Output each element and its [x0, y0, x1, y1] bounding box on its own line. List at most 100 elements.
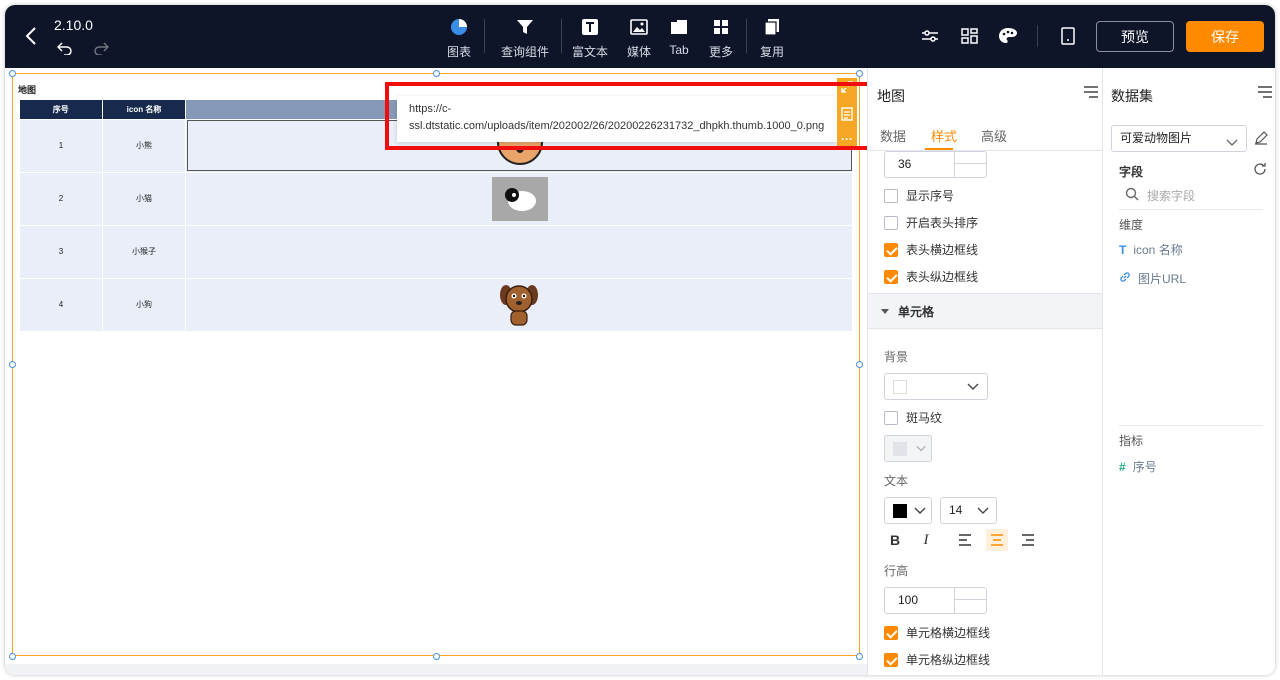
resize-handle[interactable] — [9, 361, 16, 368]
text-color-picker[interactable] — [884, 497, 932, 524]
undo-icon[interactable] — [56, 41, 73, 60]
cell-h-border-checkbox[interactable]: 单元格横边框线 — [884, 624, 990, 641]
active-tab-underline — [925, 148, 953, 150]
cell-v-border-checkbox[interactable]: 单元格纵边框线 — [884, 651, 990, 668]
align-center-icon[interactable] — [986, 529, 1008, 551]
checkbox-checked[interactable] — [884, 242, 898, 257]
style-panel: 地图 数据 样式 高级 36 显示序号 开启表头排序 表头横边框线 表头纵边框线… — [867, 68, 1103, 675]
font-size-select[interactable]: 14 — [940, 497, 997, 524]
table-row: 4 小狗 — [19, 277, 853, 332]
reuse-tool[interactable]: 复用 — [758, 15, 786, 61]
zebra-checkbox[interactable]: 斑马纹 — [884, 409, 942, 426]
app-window: 2.10.0 图表 查询组件 富文本 媒体 Tab 更多 复用 预览 保存 地图… — [5, 5, 1275, 675]
header-height-stepper[interactable] — [954, 152, 986, 177]
header-height-input[interactable]: 36 — [884, 151, 987, 178]
checkbox-checked[interactable] — [884, 652, 898, 667]
zebra-color-picker[interactable] — [884, 435, 932, 462]
cell-index[interactable]: 2 — [19, 171, 103, 226]
dataset-select[interactable]: 可爱动物图片 — [1111, 125, 1247, 152]
cell-name[interactable]: 小熊 — [102, 118, 186, 173]
chart-tool[interactable]: 图表 — [445, 15, 473, 61]
line-height-stepper[interactable] — [954, 588, 986, 613]
resize-handle[interactable] — [9, 653, 16, 660]
tab-tool[interactable]: Tab — [667, 15, 691, 61]
menu-icon[interactable] — [1257, 86, 1273, 101]
cell-section-header[interactable]: 单元格 — [868, 293, 1103, 329]
field-search[interactable]: 搜索字段 — [1125, 187, 1195, 204]
tab-advanced[interactable]: 高级 — [981, 126, 1007, 145]
richtext-tool[interactable]: 富文本 — [570, 15, 610, 61]
media-tool[interactable]: 媒体 — [625, 15, 653, 61]
color-swatch — [893, 442, 907, 456]
dataset-panel: 数据集 可爱动物图片 字段 搜索字段 维度 T icon 名称 图片URL 指标… — [1102, 68, 1275, 675]
cat-image — [492, 176, 548, 221]
preview-button[interactable]: 预览 — [1096, 21, 1174, 52]
tab-style[interactable]: 样式 — [931, 126, 957, 145]
align-left-icon[interactable] — [954, 529, 976, 551]
cell-name[interactable]: 小猫 — [102, 171, 186, 226]
fields-label: 字段 — [1119, 165, 1144, 179]
align-right-icon[interactable] — [1017, 529, 1039, 551]
chevron-down-icon — [914, 504, 926, 519]
settings-sliders-icon[interactable] — [919, 25, 941, 47]
edit-icon[interactable] — [1254, 131, 1268, 148]
cell-index[interactable]: 4 — [19, 277, 103, 332]
back-icon[interactable] — [19, 23, 43, 49]
chevron-down-icon — [916, 442, 926, 456]
save-button[interactable]: 保存 — [1186, 21, 1264, 52]
line-height-value: 100 — [898, 593, 919, 607]
mobile-icon[interactable] — [1057, 25, 1079, 47]
refresh-icon[interactable] — [1253, 162, 1267, 179]
cell-image-monkey[interactable] — [185, 224, 853, 279]
line-height-input[interactable]: 100 — [884, 587, 987, 614]
canvas-area[interactable]: 地图 序号 icon 名称 1 小熊 2 小猫 3 小猴子 4 小狗 https… — [5, 68, 871, 675]
checkbox-checked[interactable] — [884, 269, 898, 284]
more-tool-label: 更多 — [708, 45, 733, 59]
background-color-picker[interactable] — [884, 373, 988, 400]
italic-button[interactable]: I — [915, 529, 937, 551]
show-index-checkbox[interactable]: 显示序号 — [884, 187, 954, 204]
column-header-index[interactable]: 序号 — [19, 100, 103, 119]
widget-title: 地图 — [18, 85, 37, 95]
divider — [484, 19, 485, 53]
layout-icon[interactable] — [959, 25, 981, 47]
column-header-name[interactable]: icon 名称 — [102, 100, 186, 119]
redo-icon[interactable] — [93, 41, 110, 60]
resize-handle[interactable] — [433, 70, 440, 77]
query-tool[interactable]: 查询组件 — [497, 15, 553, 61]
cell-index[interactable]: 3 — [19, 224, 103, 279]
checkbox[interactable] — [884, 188, 898, 203]
resize-handle[interactable] — [856, 653, 863, 660]
checkbox[interactable] — [884, 215, 898, 230]
grid-icon — [713, 15, 729, 39]
search-icon — [1125, 187, 1139, 204]
cell-image-dog[interactable] — [185, 277, 853, 332]
table-row: 3 小猴子 — [19, 224, 853, 279]
cell-name[interactable]: 小猴子 — [102, 224, 186, 279]
search-input[interactable]: 搜索字段 — [1147, 187, 1195, 204]
dimension-field-icon-name[interactable]: T icon 名称 — [1119, 241, 1183, 258]
cell-name[interactable]: 小狗 — [102, 277, 186, 332]
cell-index[interactable]: 1 — [19, 118, 103, 173]
cell-image-cat[interactable] — [185, 171, 853, 226]
tab-data[interactable]: 数据 — [880, 126, 906, 145]
menu-icon[interactable] — [1083, 86, 1099, 101]
dimension-field-image-url[interactable]: 图片URL — [1119, 270, 1186, 287]
line-height-label: 行高 — [884, 564, 909, 578]
resize-handle[interactable] — [433, 653, 440, 660]
resize-handle[interactable] — [856, 70, 863, 77]
checkbox-label: 单元格纵边框线 — [906, 653, 991, 667]
resize-handle[interactable] — [9, 70, 16, 77]
resize-handle[interactable] — [856, 361, 863, 368]
field-label: 序号 — [1132, 460, 1157, 474]
checkbox[interactable] — [884, 410, 898, 425]
bold-button[interactable]: B — [884, 529, 906, 551]
header-h-border-checkbox[interactable]: 表头横边框线 — [884, 241, 978, 258]
more-tool[interactable]: 更多 — [707, 15, 735, 61]
metric-field-index[interactable]: # 序号 — [1119, 458, 1157, 475]
header-v-border-checkbox[interactable]: 表头纵边框线 — [884, 268, 978, 285]
checkbox-checked[interactable] — [884, 625, 898, 640]
collapse-triangle-icon — [881, 309, 889, 314]
theme-palette-icon[interactable] — [997, 25, 1019, 47]
header-sort-checkbox[interactable]: 开启表头排序 — [884, 214, 978, 231]
